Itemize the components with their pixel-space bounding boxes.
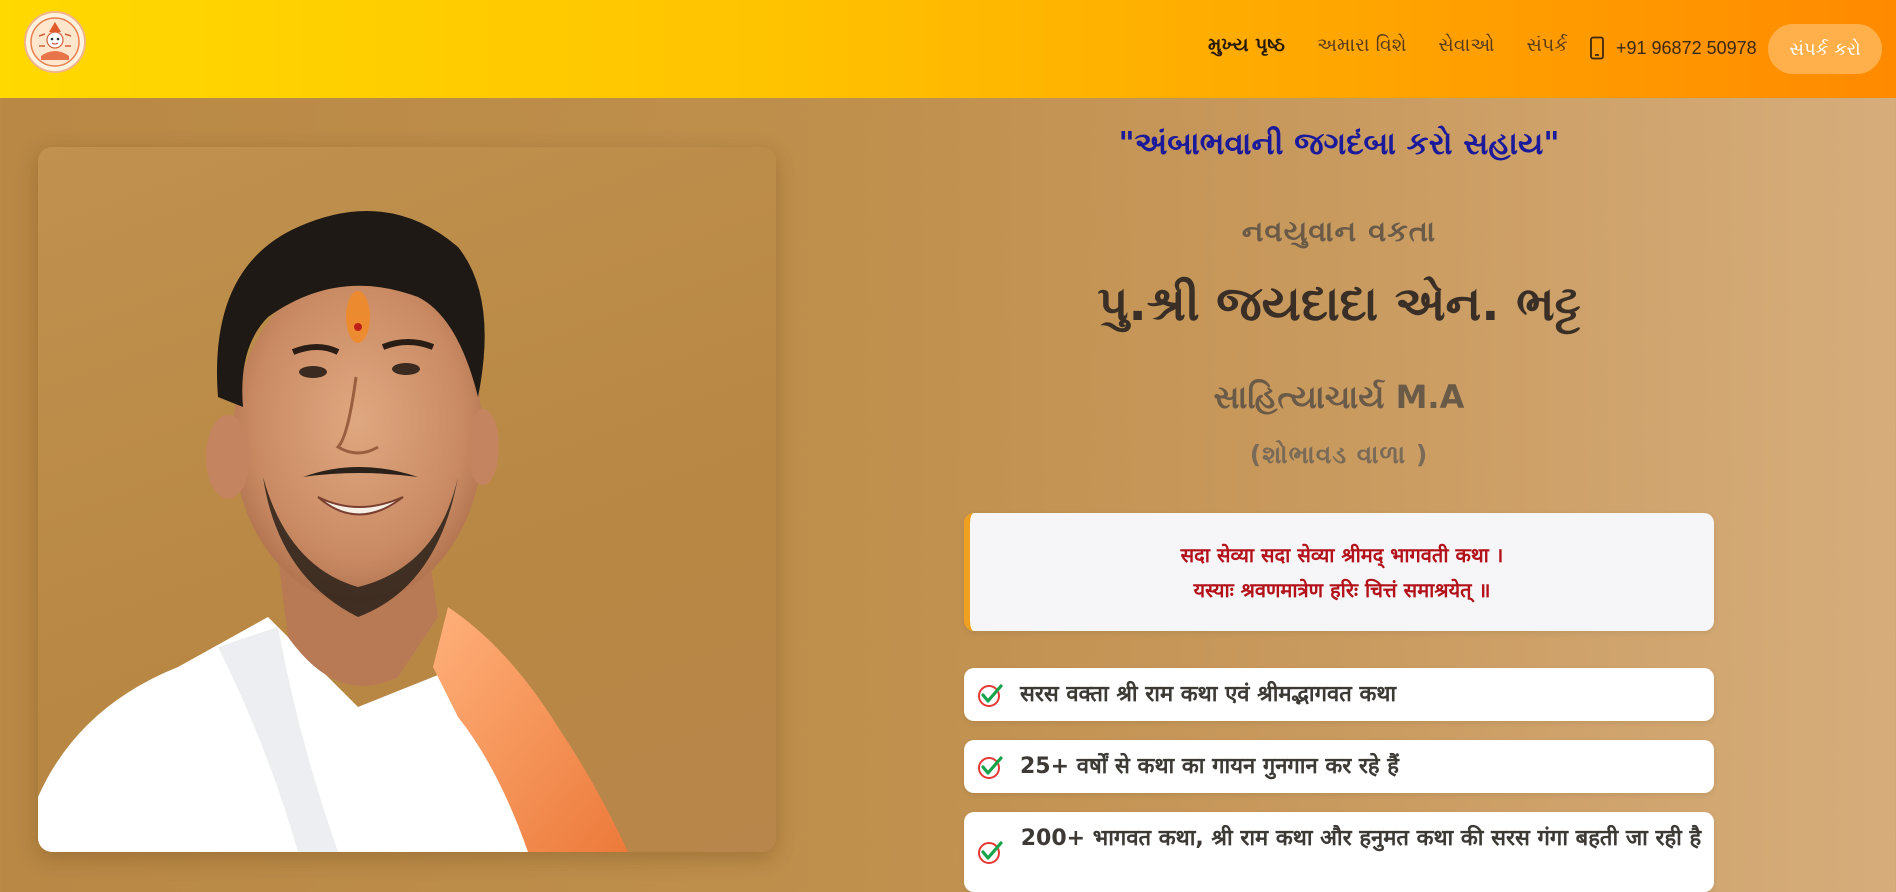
check-circle-icon [978, 755, 1003, 779]
phone-number: +91 96872 50978 [1616, 37, 1757, 58]
nav-services[interactable]: સેવાઓ [1438, 34, 1494, 56]
verse-line-2: यस्याः श्रवणमात्रेण हरिः चित्तं समाश्रये… [1193, 578, 1491, 602]
mobile-phone-icon [1590, 36, 1604, 60]
feature-text: 25+ वर्षों से कथा का गायन गुनगान कर रहे … [1020, 753, 1399, 779]
feature-item: 200+ भागवत कथा, श्री राम कथा और हनुमत कथ… [964, 812, 1714, 892]
hero-quote: "અંબાભવાની જગદંબા કરો સહાય" [1118, 126, 1560, 162]
feature-text: 200+ भागवत कथा, श्री राम कथा और हनुमत कथ… [1020, 826, 1702, 851]
hero-name: પુ.શ્રી જયદાદા એન. ભટ્ટ [1097, 276, 1581, 332]
profile-photo [38, 147, 776, 852]
check-circle-icon [978, 683, 1003, 707]
hero-subtitle: નવયુવાન વકતા [1241, 214, 1437, 248]
main-nav: મુખ્ય પૃષ્ઠ અમારા વિશે સેવાઓ સંપર્ક [1208, 34, 1568, 56]
phone-link[interactable]: +91 96872 50978 [1586, 36, 1757, 60]
hero-degree: સાહિત્યાચાર્ય M.A [1213, 378, 1465, 416]
feature-item: 25+ वर्षों से कथा का गायन गुनगान कर रहे … [964, 740, 1714, 793]
sanskrit-verse-box: सदा सेव्या सदा सेव्या श्रीमद् भागवती कथा… [964, 513, 1714, 631]
check-circle-icon [978, 841, 1003, 864]
profile-portrait-image [38, 211, 628, 852]
feature-text: सरस वक्ता श्री राम कथा एवं श्रीमद्भागवत … [1020, 681, 1397, 707]
contact-button[interactable]: સંપર્ક કરો [1768, 24, 1882, 74]
site-header: મુખ્ય પૃષ્ઠ અમારા વિશે સેવાઓ સંપર્ક +91 … [0, 0, 1896, 98]
feature-item: सरस वक्ता श्री राम कथा एवं श्रीमद्भागवत … [964, 668, 1714, 721]
nav-home[interactable]: મુખ્ય પૃષ્ઠ [1208, 34, 1285, 56]
deity-logo-icon [30, 17, 80, 67]
verse-line-1: सदा सेव्या सदा सेव्या श्रीमद् भागवती कथा… [1180, 543, 1504, 567]
hero-place: (શોભાવડ વાળા ) [1249, 440, 1429, 469]
nav-about[interactable]: અમારા વિશે [1317, 34, 1406, 56]
site-logo[interactable] [24, 11, 86, 73]
nav-contact[interactable]: સંપર્ક [1526, 34, 1567, 56]
